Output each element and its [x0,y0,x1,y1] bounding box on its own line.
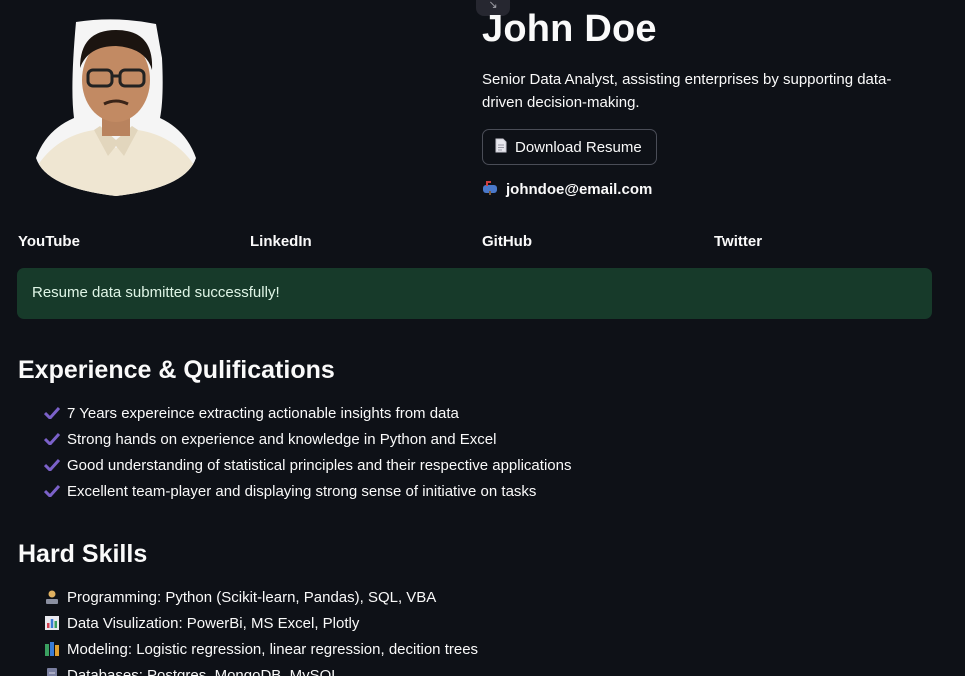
profile-photo [36,18,196,196]
experience-item-text: Excellent team-player and displaying str… [67,482,537,500]
check-icon [44,459,67,471]
hard-skills-list: Programming: Python (Scikit-learn, Panda… [44,584,478,676]
success-alert: Resume data submitted successfully! [17,268,932,319]
list-item: Strong hands on experience and knowledge… [44,426,571,452]
skill-item-text: Programming: Python (Scikit-learn, Panda… [67,588,437,606]
github-link[interactable]: GitHub [482,233,714,250]
experience-item-text: Good understanding of statistical princi… [67,456,572,474]
skill-item-text: Databases: Postgres, MongoDB, MySQL [67,666,340,676]
bar-chart-icon [44,615,67,631]
hard-skills-title: Hard Skills [18,540,148,568]
list-item: Databases: Postgres, MongoDB, MySQL [44,662,478,676]
profile-name: John Doe [482,8,657,50]
skill-item-text: Modeling: Logistic regression, linear re… [67,640,479,658]
check-icon [44,407,67,419]
experience-title: Experience & Qulifications [18,356,335,384]
download-resume-button[interactable]: Download Resume [482,129,657,165]
check-icon [44,433,67,445]
books-icon [44,641,67,657]
list-item: Data Visulization: PowerBi, MS Excel, Pl… [44,610,478,636]
mailbox-icon [482,180,498,199]
social-links: YouTube LinkedIn GitHub Twitter [18,233,946,250]
download-resume-label: Download Resume [515,138,642,156]
experience-item-text: 7 Years expereince extracting actionable… [67,404,459,422]
check-icon [44,485,67,497]
email-text[interactable]: johndoe@email.com [506,181,652,198]
technologist-icon [44,589,67,605]
profile-description: Senior Data Analyst, assisting enterpris… [482,71,892,111]
linkedin-link[interactable]: LinkedIn [250,233,482,250]
youtube-link[interactable]: YouTube [18,233,250,250]
list-item: 7 Years expereince extracting actionable… [44,400,571,426]
list-item: Good understanding of statistical princi… [44,452,571,478]
skill-item-text: Data Visulization: PowerBi, MS Excel, Pl… [67,614,360,632]
list-item: Programming: Python (Scikit-learn, Panda… [44,584,478,610]
email-row: johndoe@email.com [482,180,652,199]
experience-list: 7 Years expereince extracting actionable… [44,400,571,504]
document-icon [495,138,507,157]
file-cabinet-icon [44,667,67,676]
experience-item-text: Strong hands on experience and knowledge… [67,430,497,448]
twitter-link[interactable]: Twitter [714,233,946,250]
list-item: Modeling: Logistic regression, linear re… [44,636,478,662]
list-item: Excellent team-player and displaying str… [44,478,571,504]
resume-page: ↘ John Doe Senior Data Analyst, assistin… [0,0,965,676]
